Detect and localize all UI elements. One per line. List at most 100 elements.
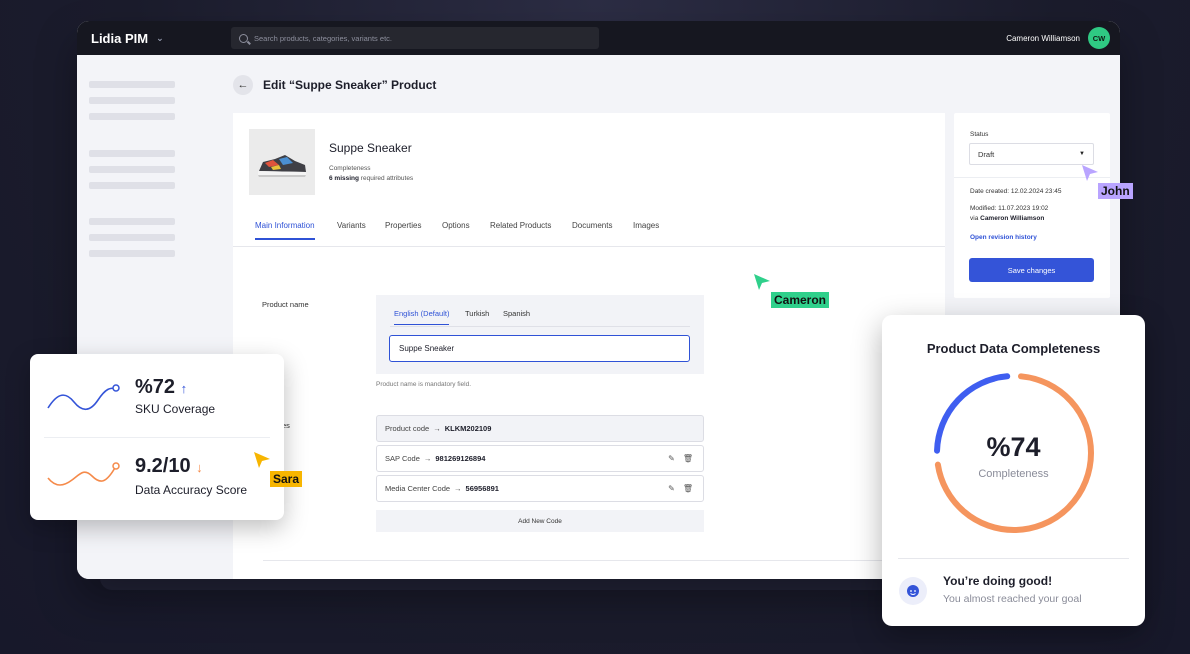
code-value: KLKM202109 bbox=[444, 424, 492, 433]
completeness-sub: Completeness bbox=[978, 468, 1049, 480]
status-select[interactable]: Draft ▼ bbox=[969, 143, 1094, 165]
brand-switcher[interactable]: Lidia PIM ⌄ bbox=[91, 31, 164, 46]
sidebar-placeholder bbox=[89, 234, 175, 241]
product-name-label: Product name bbox=[262, 300, 309, 309]
accuracy-score-label: Data Accuracy Score bbox=[135, 483, 248, 497]
divider bbox=[263, 560, 923, 561]
modified-date: Modified: 11.07.2023 19:02 bbox=[970, 205, 1049, 212]
trash-icon[interactable]: 🗑 bbox=[683, 454, 693, 463]
smile-icon bbox=[899, 577, 927, 605]
message-subtitle: You almost reached your goal bbox=[943, 593, 1082, 605]
tab-options[interactable]: Options bbox=[442, 221, 470, 238]
missing-attributes: 6 missing required attributes bbox=[329, 175, 413, 182]
arrow-down-icon: ↓ bbox=[196, 460, 203, 475]
page-title: Edit “Suppe Sneaker” Product bbox=[263, 78, 437, 92]
lang-tab-turkish[interactable]: Turkish bbox=[465, 309, 489, 324]
modified-by: via Cameron Williamson bbox=[970, 215, 1044, 222]
tab-variants[interactable]: Variants bbox=[337, 221, 366, 238]
completeness-title: Product Data Completeness bbox=[926, 341, 1101, 356]
search-icon bbox=[239, 33, 248, 43]
product-card: Suppe Sneaker Completeness 6 missing req… bbox=[233, 113, 945, 579]
caret-down-icon: ▼ bbox=[1079, 151, 1085, 157]
tab-images[interactable]: Images bbox=[633, 221, 659, 238]
brand-name: Lidia PIM bbox=[91, 30, 149, 46]
tab-main-information[interactable]: Main Information bbox=[255, 221, 315, 240]
status-label: Status bbox=[970, 131, 989, 138]
cursor-pointer-icon bbox=[1082, 165, 1098, 181]
cursor-label-john: John bbox=[1098, 183, 1133, 199]
cursor-label-sara: Sara bbox=[270, 471, 303, 487]
completeness-card: Product Data Completeness %74 Completene… bbox=[882, 315, 1145, 626]
tab-related-products[interactable]: Related Products bbox=[490, 221, 551, 238]
lang-tab-spanish[interactable]: Spanish bbox=[503, 309, 530, 324]
code-row-product: Product code → KLKM202109 bbox=[376, 415, 704, 442]
via-prefix: via bbox=[970, 215, 979, 222]
user-name: Cameron Williamson bbox=[1006, 33, 1080, 43]
arrow-up-icon: ↑ bbox=[180, 381, 188, 396]
code-value: 981269126894 bbox=[435, 454, 486, 463]
cursor-pointer-icon bbox=[254, 452, 270, 468]
sidebar-placeholder bbox=[89, 250, 175, 257]
sneaker-icon bbox=[249, 129, 315, 195]
search-input[interactable]: Search products, categories, variants et… bbox=[231, 27, 599, 49]
arrow-right-icon: → bbox=[423, 454, 432, 463]
completeness-label: Completeness bbox=[329, 165, 371, 172]
code-row-media-center: Media Center Code → 56956891 ✎ 🗑 bbox=[376, 475, 704, 502]
top-bar: Lidia PIM ⌄ Search products, categories,… bbox=[77, 21, 1120, 55]
sidebar-placeholder bbox=[89, 113, 175, 120]
stat-number: 9.2/10 bbox=[135, 455, 191, 477]
message-title: You’re doing good! bbox=[943, 574, 1053, 588]
lang-tab-english[interactable]: English (Default) bbox=[394, 309, 450, 325]
sku-coverage-value: %72 ↑ bbox=[135, 376, 187, 399]
trash-icon[interactable]: 🗑 bbox=[683, 484, 693, 493]
sidebar-placeholder bbox=[89, 166, 175, 173]
back-button[interactable]: ← bbox=[233, 75, 253, 95]
tab-properties[interactable]: Properties bbox=[385, 221, 421, 238]
trend-line-icon bbox=[47, 384, 120, 411]
missing-suffix: required attributes bbox=[360, 175, 414, 182]
divider bbox=[44, 437, 270, 438]
user-menu[interactable]: Cameron Williamson CW bbox=[1006, 27, 1110, 49]
accuracy-score-value: 9.2/10 ↓ bbox=[135, 455, 203, 478]
divider bbox=[898, 558, 1129, 559]
modified-user: Cameron Williamson bbox=[980, 215, 1045, 222]
arrow-right-icon: → bbox=[433, 424, 441, 433]
avatar: CW bbox=[1088, 27, 1110, 49]
product-name-hint: Product name is mandatory field. bbox=[376, 381, 472, 388]
tab-bar: Main Information Variants Properties Opt… bbox=[233, 221, 945, 247]
edit-icon[interactable]: ✎ bbox=[668, 454, 675, 463]
search-placeholder: Search products, categories, variants et… bbox=[254, 33, 392, 43]
code-value: 56956891 bbox=[465, 484, 499, 493]
trend-line-icon bbox=[47, 462, 120, 486]
sku-coverage-label: SKU Coverage bbox=[135, 402, 216, 416]
arrow-left-icon: ← bbox=[237, 79, 249, 91]
code-name: Media Center Code bbox=[385, 484, 451, 493]
sidebar-placeholder bbox=[89, 150, 175, 157]
chevron-down-icon: ⌄ bbox=[156, 32, 164, 43]
sidebar-placeholder bbox=[89, 97, 175, 104]
missing-count: 6 missing bbox=[329, 175, 359, 182]
product-name-input[interactable]: Suppe Sneaker bbox=[389, 335, 690, 362]
code-name: SAP Code bbox=[385, 454, 420, 463]
product-image[interactable] bbox=[249, 129, 315, 195]
sidebar-placeholder bbox=[89, 218, 175, 225]
language-box: English (Default) Turkish Spanish Suppe … bbox=[376, 295, 704, 374]
sidebar-placeholder bbox=[89, 182, 175, 189]
divider bbox=[390, 326, 690, 327]
edit-icon[interactable]: ✎ bbox=[668, 484, 675, 493]
save-button[interactable]: Save changes bbox=[969, 258, 1094, 282]
stat-number: %72 bbox=[135, 376, 176, 398]
completeness-percent: %74 bbox=[986, 432, 1041, 462]
cursor-pointer-icon bbox=[754, 274, 770, 290]
sidebar-placeholder bbox=[89, 81, 175, 88]
tab-documents[interactable]: Documents bbox=[572, 221, 612, 238]
revision-history-link[interactable]: Open revision history bbox=[970, 234, 1037, 241]
code-name: Product code bbox=[385, 424, 430, 433]
add-new-code-button[interactable]: Add New Code bbox=[376, 510, 704, 532]
cursor-label-cameron: Cameron bbox=[771, 292, 830, 308]
status-value: Draft bbox=[978, 149, 995, 159]
date-created: Date created: 12.02.2024 23:45 bbox=[970, 188, 1062, 195]
product-name: Suppe Sneaker bbox=[329, 141, 412, 155]
stats-card: %72 ↑ SKU Coverage 9.2/10 ↓ Data Accurac… bbox=[30, 354, 284, 520]
status-panel: Status Draft ▼ Date created: 12.02.2024 … bbox=[954, 113, 1110, 298]
